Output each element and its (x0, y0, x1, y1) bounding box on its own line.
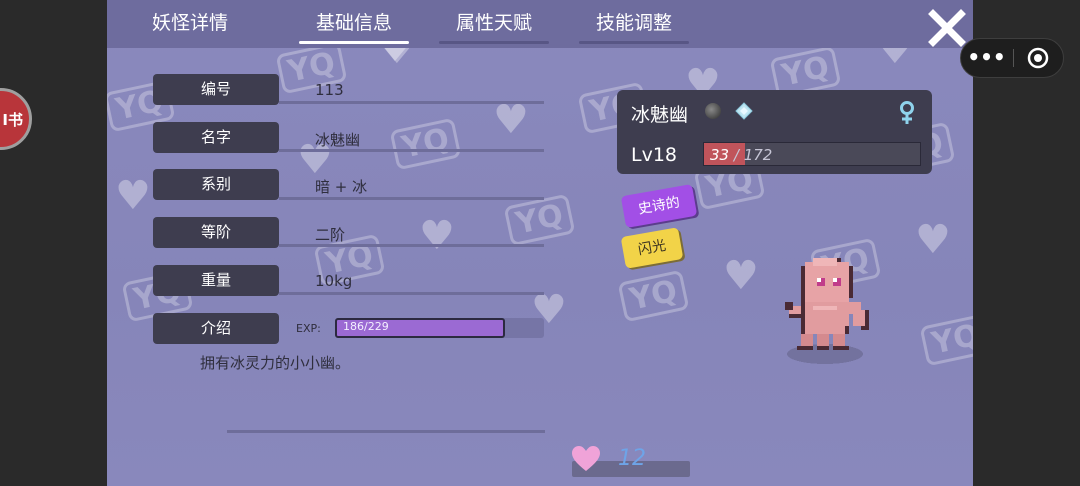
watermark-heart-icon: ♥ (419, 213, 455, 259)
heart-counter: 12 (572, 446, 690, 477)
tab-label: 属性天赋 (455, 12, 532, 34)
tab-label: 妖怪详情 (151, 12, 228, 34)
row-divider (279, 197, 544, 200)
mini-program-capsule: ••• (960, 38, 1064, 78)
hp-value: 33 / 172 (710, 146, 772, 164)
watermark-logo: YQ (919, 313, 973, 367)
tab-underline (579, 41, 689, 44)
rarity-tag: 史诗的 (620, 183, 698, 229)
watermark-heart-icon: ♥ (493, 97, 529, 143)
more-menu-icon[interactable]: ••• (961, 39, 1012, 77)
heart-count: 12 (618, 446, 646, 471)
watermark-heart-icon: ♥ (723, 253, 759, 299)
exp-value: 186/229 (343, 320, 389, 333)
row-divider (279, 149, 544, 152)
value-rank: 二阶 (315, 226, 346, 244)
female-icon (900, 101, 914, 124)
monster-sprite (785, 258, 869, 364)
screen: I书 ♥ ♥ ♥ ♥ ♥ ♥ ♥ ♥ ♥ ♥ ♥ ♥ YQ YQ YQ YQ Y… (0, 0, 1080, 486)
value-number: 113 (315, 81, 344, 99)
hp-bar: 33 / 172 (703, 142, 921, 166)
exit-mini-program-icon[interactable] (1027, 47, 1049, 69)
side-stub-button[interactable]: I书 (0, 88, 32, 150)
shiny-tag: 闪光 (620, 227, 684, 269)
monster-card: 冰魅幽 Lv18 33 / 172 (617, 90, 932, 174)
watermark-heart-icon: ♥ (915, 217, 951, 263)
hp-max: / 172 (733, 146, 773, 164)
watermark-heart-icon: ♥ (115, 173, 151, 219)
game-panel: ♥ ♥ ♥ ♥ ♥ ♥ ♥ ♥ ♥ ♥ ♥ ♥ YQ YQ YQ YQ YQ Y… (107, 0, 973, 486)
label-name: 名字 (153, 122, 279, 153)
monster-name: 冰魅幽 (631, 104, 689, 126)
tab-attributes[interactable]: 属性天赋 (439, 8, 549, 44)
hp-current: 33 (710, 146, 730, 164)
tab-label: 技能调整 (595, 12, 672, 34)
row-divider (279, 292, 544, 295)
ice-diamond-icon (735, 102, 753, 120)
value-type: 暗 + 冰 (315, 178, 368, 196)
tab-basic-info[interactable]: 基础信息 (299, 8, 409, 44)
exp-label: EXP: (296, 322, 321, 335)
watermark-logo: YQ (389, 117, 462, 171)
row-divider (279, 244, 544, 247)
watermark-logo: YQ (617, 269, 690, 323)
exp-bar: 186/229 (335, 318, 544, 338)
row-divider (279, 101, 544, 104)
label-weight: 重量 (153, 265, 279, 296)
description-divider (227, 430, 545, 433)
label-intro: 介绍 (153, 313, 279, 344)
tab-label: 基础信息 (315, 12, 392, 34)
monster-level: Lv18 (631, 144, 678, 166)
capsule-divider (1013, 49, 1014, 67)
value-weight: 10kg (315, 272, 353, 290)
tab-monster-details[interactable]: 妖怪详情 (149, 8, 231, 44)
tab-active-underline (299, 41, 409, 44)
label-number: 编号 (153, 74, 279, 105)
tab-underline (439, 41, 549, 44)
tab-skills[interactable]: 技能调整 (579, 8, 689, 44)
value-name: 冰魅幽 (315, 131, 361, 149)
heart-icon (572, 446, 600, 471)
monster-description: 拥有冰灵力的小小幽。 (200, 354, 351, 372)
label-rank: 等阶 (153, 217, 279, 248)
watermark-logo: YQ (503, 193, 576, 247)
label-type: 系别 (153, 169, 279, 200)
dark-orb-icon (705, 103, 721, 119)
